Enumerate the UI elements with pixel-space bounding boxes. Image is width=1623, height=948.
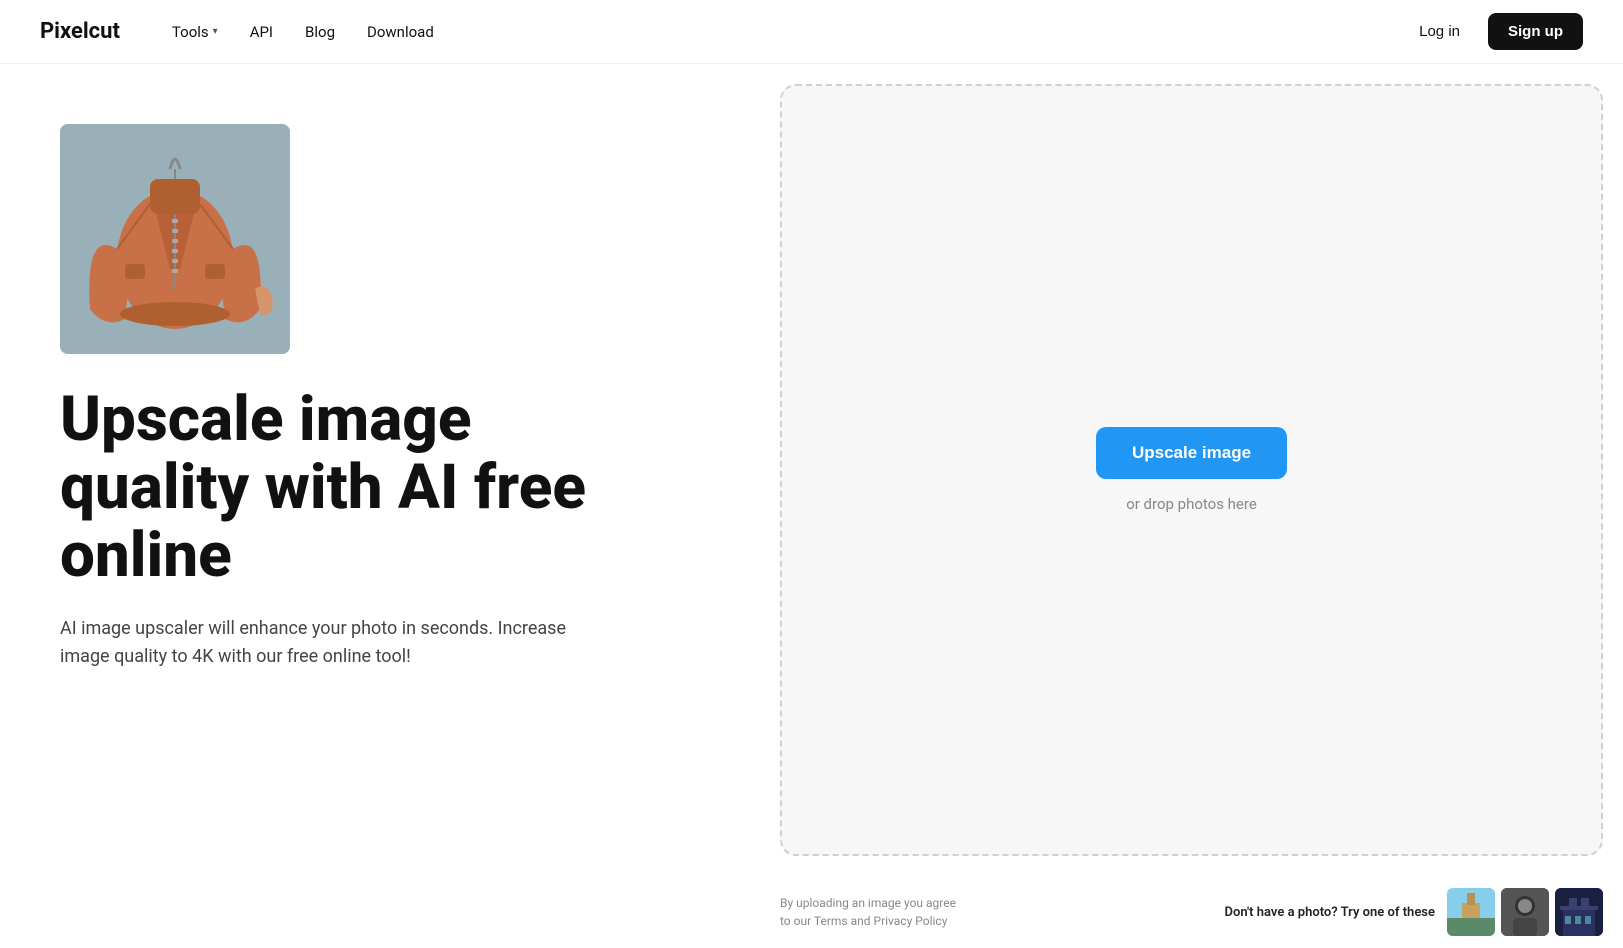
hero-description: AI image upscaler will enhance your phot… (60, 615, 620, 673)
upscale-button[interactable]: Upscale image (1096, 427, 1287, 479)
sample-thumbnail-1[interactable] (1447, 888, 1495, 936)
sample-thumbnail-3[interactable] (1555, 888, 1603, 936)
sample-thumbnail-2[interactable] (1501, 888, 1549, 936)
sample-thumbnails (1447, 888, 1603, 936)
auth-buttons: Log in Sign up (1403, 13, 1583, 50)
hero-title: Upscale image quality with AI free onlin… (60, 386, 640, 591)
main-nav: Tools ▾ API Blog Download (160, 15, 1403, 49)
nav-blog[interactable]: Blog (293, 15, 347, 49)
drop-text: or drop photos here (1126, 495, 1257, 513)
upload-section: Upscale image or drop photos here (780, 64, 1623, 876)
signup-button[interactable]: Sign up (1488, 13, 1583, 50)
nav-api[interactable]: API (238, 15, 285, 49)
header: Pixelcut Tools ▾ API Blog Download Log i… (0, 0, 1623, 64)
logo[interactable]: Pixelcut (40, 19, 120, 44)
product-image (60, 124, 290, 354)
main-content: Upscale image quality with AI free onlin… (0, 64, 1623, 876)
upload-dropzone[interactable]: Upscale image or drop photos here (780, 84, 1603, 856)
hero-section: Upscale image quality with AI free onlin… (0, 64, 780, 876)
sample-photos: Don't have a photo? Try one of these (1225, 888, 1603, 936)
chevron-down-icon: ▾ (213, 26, 218, 37)
bottom-bar: By uploading an image you agree to our T… (780, 876, 1623, 948)
nav-tools[interactable]: Tools ▾ (160, 15, 230, 49)
terms-text: By uploading an image you agree to our T… (780, 894, 956, 930)
nav-download[interactable]: Download (355, 15, 446, 49)
sample-label: Don't have a photo? Try one of these (1225, 905, 1435, 920)
login-button[interactable]: Log in (1403, 15, 1476, 48)
